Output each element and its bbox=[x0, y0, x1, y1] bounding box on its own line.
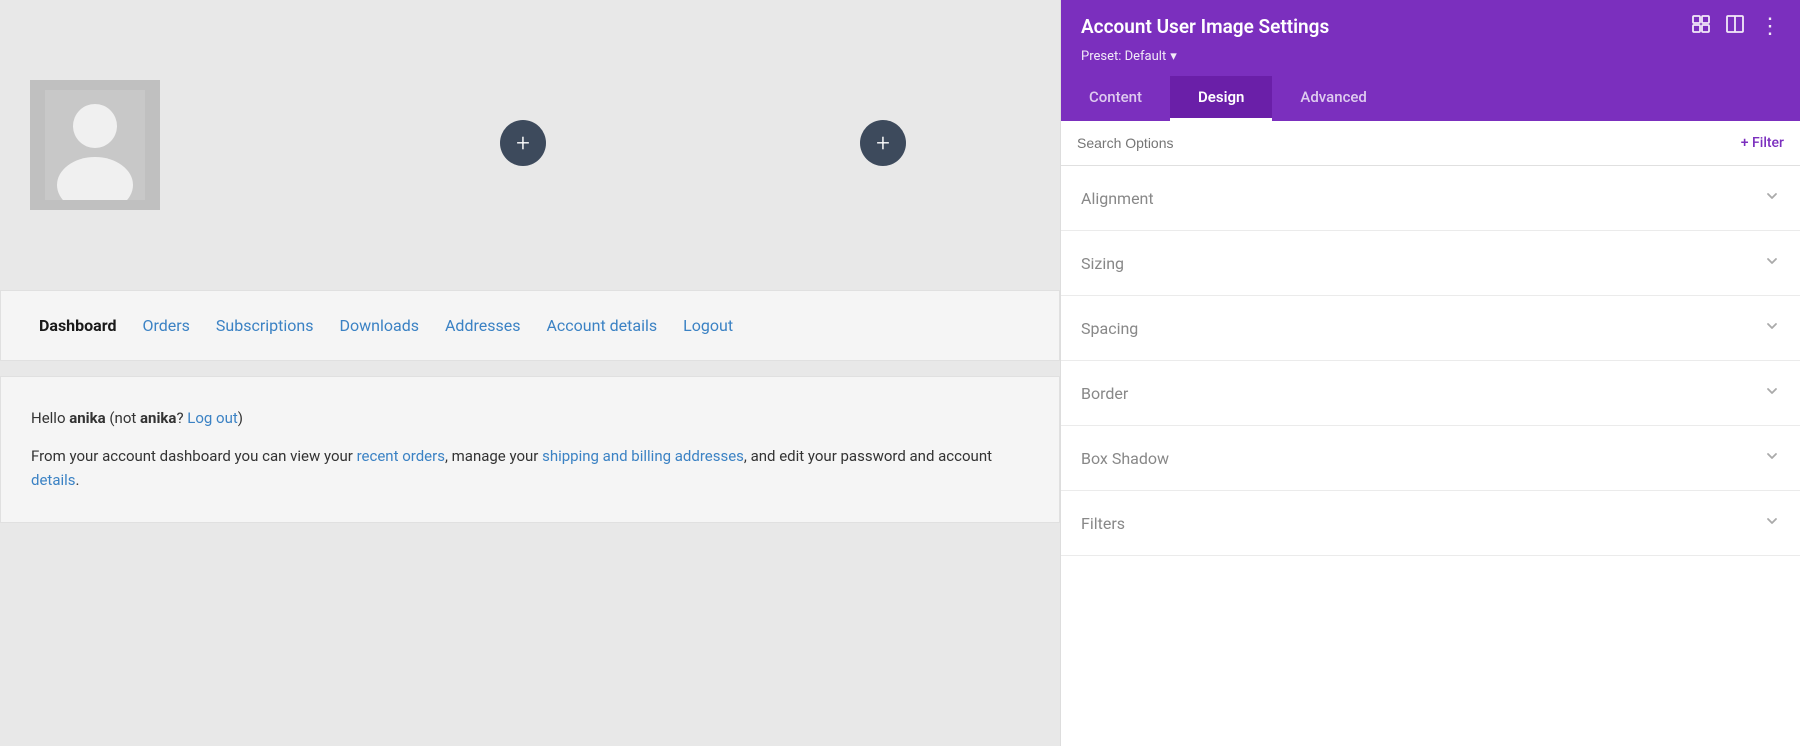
tab-advanced[interactable]: Advanced bbox=[1272, 76, 1394, 121]
welcome-text: Hello anika (not anika? Log out) bbox=[31, 407, 1029, 430]
panel-header: Account User Image Settings bbox=[1061, 0, 1800, 76]
search-bar: + Filter bbox=[1061, 121, 1800, 166]
section-sizing-header[interactable]: Sizing bbox=[1081, 231, 1780, 295]
panel-title-row: Account User Image Settings bbox=[1081, 14, 1780, 39]
desc-start: From your account dashboard you can view… bbox=[31, 447, 357, 465]
section-box-shadow-header[interactable]: Box Shadow bbox=[1081, 426, 1780, 490]
section-spacing: Spacing bbox=[1061, 296, 1800, 361]
settings-list: Alignment Sizing Spacing bbox=[1061, 166, 1800, 746]
search-input[interactable] bbox=[1061, 121, 1725, 165]
welcome-section: Hello anika (not anika? Log out) From yo… bbox=[0, 376, 1060, 523]
sizing-chevron-icon bbox=[1764, 253, 1780, 273]
spacing-chevron-icon bbox=[1764, 318, 1780, 338]
section-alignment: Alignment bbox=[1061, 166, 1800, 231]
details-link[interactable]: details bbox=[31, 471, 76, 489]
section-spacing-label: Spacing bbox=[1081, 319, 1138, 338]
maximize-icon[interactable] bbox=[1691, 14, 1711, 39]
nav-item-orders[interactable]: Orders bbox=[134, 311, 197, 340]
preset-chevron-icon: ▾ bbox=[1170, 49, 1177, 64]
nav-item-addresses[interactable]: Addresses bbox=[437, 311, 529, 340]
section-border: Border bbox=[1061, 361, 1800, 426]
greeting-text: Hello bbox=[31, 409, 69, 427]
not-text: (not bbox=[106, 409, 140, 427]
add-button-1[interactable]: + bbox=[500, 120, 546, 166]
section-sizing: Sizing bbox=[1061, 231, 1800, 296]
section-sizing-label: Sizing bbox=[1081, 254, 1124, 273]
nav-item-downloads[interactable]: Downloads bbox=[332, 311, 427, 340]
main-content: + + Dashboard Orders Subscriptions Downl… bbox=[0, 0, 1060, 746]
alignment-chevron-icon bbox=[1764, 188, 1780, 208]
section-filters-header[interactable]: Filters bbox=[1081, 491, 1780, 555]
logout-link[interactable]: Log out bbox=[187, 409, 238, 427]
section-alignment-header[interactable]: Alignment bbox=[1081, 166, 1780, 230]
right-panel: Account User Image Settings bbox=[1060, 0, 1800, 746]
panel-header-icons: ⋮ bbox=[1691, 14, 1780, 39]
nav-item-dashboard[interactable]: Dashboard bbox=[31, 311, 124, 340]
split-view-icon[interactable] bbox=[1725, 14, 1745, 39]
more-options-icon[interactable]: ⋮ bbox=[1759, 14, 1780, 39]
manage-text: , manage your bbox=[445, 447, 542, 465]
border-chevron-icon bbox=[1764, 383, 1780, 403]
nav-bar: Dashboard Orders Subscriptions Downloads… bbox=[0, 290, 1060, 361]
username-2: anika bbox=[140, 409, 176, 427]
section-box-shadow-label: Box Shadow bbox=[1081, 449, 1169, 468]
avatar bbox=[30, 80, 160, 210]
account-text: , and edit your password and account bbox=[744, 447, 992, 465]
tab-design[interactable]: Design bbox=[1170, 76, 1272, 121]
nav-item-account-details[interactable]: Account details bbox=[538, 311, 665, 340]
nav-item-subscriptions[interactable]: Subscriptions bbox=[208, 311, 322, 340]
section-border-label: Border bbox=[1081, 384, 1128, 403]
filter-button[interactable]: + Filter bbox=[1725, 121, 1800, 165]
box-shadow-chevron-icon bbox=[1764, 448, 1780, 468]
panel-title: Account User Image Settings bbox=[1081, 15, 1329, 38]
section-filters-label: Filters bbox=[1081, 514, 1125, 533]
username-1: anika bbox=[69, 409, 105, 427]
preset-selector[interactable]: Preset: Default ▾ bbox=[1081, 49, 1780, 76]
recent-orders-link[interactable]: recent orders bbox=[357, 447, 445, 465]
section-filters: Filters bbox=[1061, 491, 1800, 556]
panel-tabs: Content Design Advanced bbox=[1061, 76, 1800, 121]
section-border-header[interactable]: Border bbox=[1081, 361, 1780, 425]
section-spacing-header[interactable]: Spacing bbox=[1081, 296, 1780, 360]
nav-item-logout[interactable]: Logout bbox=[675, 311, 741, 340]
section-box-shadow: Box Shadow bbox=[1061, 426, 1800, 491]
billing-link[interactable]: shipping and billing addresses bbox=[542, 447, 744, 465]
welcome-desc: From your account dashboard you can view… bbox=[31, 444, 1029, 492]
add-button-2[interactable]: + bbox=[860, 120, 906, 166]
tab-content[interactable]: Content bbox=[1061, 76, 1170, 121]
top-area: + + bbox=[0, 0, 1060, 290]
filters-chevron-icon bbox=[1764, 513, 1780, 533]
section-alignment-label: Alignment bbox=[1081, 189, 1154, 208]
